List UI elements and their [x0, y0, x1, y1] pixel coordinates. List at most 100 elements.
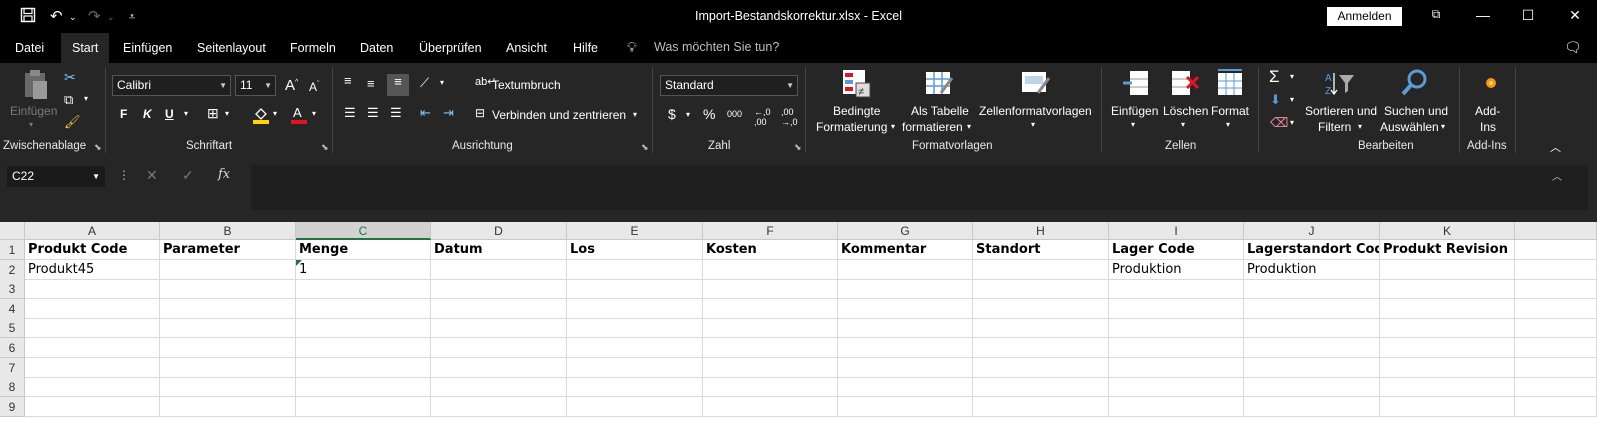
delete-cells-dropdown-icon[interactable]: ▾	[1181, 120, 1185, 129]
alignment-launcher-icon[interactable]: ⬊	[641, 142, 649, 153]
sort-filter-line1[interactable]: Sortieren und	[1305, 104, 1377, 118]
cell-overflow[interactable]	[1515, 298, 1597, 319]
add-ins-icon[interactable]	[1481, 73, 1511, 101]
cell-k5[interactable]	[1380, 318, 1515, 339]
sort-filter-dropdown-icon[interactable]: ▾	[1358, 122, 1362, 131]
tab-einfuegen[interactable]: Einfügen	[112, 33, 183, 63]
fill-dropdown-icon[interactable]: ▾	[1290, 95, 1294, 104]
cell-f4[interactable]	[703, 298, 838, 319]
cell-f1[interactable]: Kosten	[703, 240, 838, 260]
column-header-j[interactable]: J	[1244, 222, 1380, 240]
format-painter-icon[interactable]: 🖌︎	[64, 114, 81, 130]
cell-d8[interactable]	[431, 377, 567, 398]
increase-font-size-icon[interactable]: A^	[285, 77, 298, 94]
tab-ansicht[interactable]: Ansicht	[495, 33, 558, 63]
tab-datei[interactable]: Datei	[4, 33, 55, 63]
cell-e3[interactable]	[567, 279, 703, 300]
delete-cells-icon[interactable]	[1170, 69, 1200, 97]
format-as-table-icon[interactable]	[925, 69, 955, 97]
cell-h8[interactable]	[973, 377, 1109, 398]
column-header-h[interactable]: H	[973, 222, 1109, 240]
cell-i2[interactable]: Produktion	[1109, 259, 1244, 280]
orientation-dropdown-icon[interactable]: ▾	[440, 78, 444, 87]
number-format-dropdown[interactable]: Standard ▼	[660, 75, 798, 96]
cell-i3[interactable]	[1109, 279, 1244, 300]
cell-k3[interactable]	[1380, 279, 1515, 300]
align-bottom-icon[interactable]: ≡	[387, 74, 409, 96]
column-header-c[interactable]: C	[296, 222, 431, 240]
tell-me-search[interactable]: Was möchten Sie tun?	[654, 40, 779, 54]
column-header-e[interactable]: E	[567, 222, 703, 240]
cell-f3[interactable]	[703, 279, 838, 300]
row-header-6[interactable]: 6	[0, 338, 25, 358]
cell-e4[interactable]	[567, 298, 703, 319]
cell-f9[interactable]	[703, 396, 838, 417]
cell-overflow[interactable]	[1515, 377, 1597, 398]
find-select-dropdown-icon[interactable]: ▾	[1441, 122, 1445, 131]
cell-j2[interactable]: Produktion	[1244, 259, 1380, 280]
cell-a5[interactable]	[25, 318, 160, 339]
comments-icon[interactable]: 🗨︎	[1564, 39, 1582, 56]
tab-start[interactable]: Start	[61, 33, 110, 63]
cell-h9[interactable]	[973, 396, 1109, 417]
cell-c3[interactable]	[296, 279, 431, 300]
cell-overflow[interactable]	[1515, 338, 1597, 358]
cancel-entry-icon[interactable]: ✕	[146, 167, 158, 184]
cell-b8[interactable]	[160, 377, 296, 398]
cell-f6[interactable]	[703, 338, 838, 358]
cell-d1[interactable]: Datum	[431, 240, 567, 260]
row-header-1[interactable]: 1	[0, 240, 25, 260]
cell-styles-dropdown-icon[interactable]: ▾	[1031, 120, 1035, 129]
conditional-formatting-dropdown-icon[interactable]: ▾	[891, 122, 895, 131]
cell-k4[interactable]	[1380, 298, 1515, 319]
cell-i5[interactable]	[1109, 318, 1244, 339]
row-header-4[interactable]: 4	[0, 298, 25, 319]
tab-daten[interactable]: Daten	[349, 33, 404, 63]
cell-g2[interactable]	[838, 259, 973, 280]
row-header-8[interactable]: 8	[0, 377, 25, 398]
cell-e7[interactable]	[567, 357, 703, 378]
collapse-ribbon-icon[interactable]: ︿	[1550, 139, 1561, 155]
conditional-formatting-line2[interactable]: Formatierung	[816, 120, 887, 134]
cell-a1[interactable]: Produkt Code	[25, 240, 160, 260]
column-header-b[interactable]: B	[160, 222, 296, 240]
cell-i8[interactable]	[1109, 377, 1244, 398]
cell-j4[interactable]	[1244, 298, 1380, 319]
cell-d5[interactable]	[431, 318, 567, 339]
cell-h4[interactable]	[973, 298, 1109, 319]
cell-i7[interactable]	[1109, 357, 1244, 378]
cell-k1[interactable]: Produkt Revision	[1380, 240, 1515, 260]
cell-h5[interactable]	[973, 318, 1109, 339]
cell-e2[interactable]	[567, 259, 703, 280]
cell-d9[interactable]	[431, 396, 567, 417]
cell-h6[interactable]	[973, 338, 1109, 358]
copy-icon[interactable]: ⧉	[64, 92, 73, 108]
cell-j5[interactable]	[1244, 318, 1380, 339]
clear-dropdown-icon[interactable]: ▾	[1290, 118, 1294, 127]
percent-button[interactable]: %	[703, 106, 715, 122]
cell-k6[interactable]	[1380, 338, 1515, 358]
cell-b9[interactable]	[160, 396, 296, 417]
cell-b3[interactable]	[160, 279, 296, 300]
increase-indent-icon[interactable]: ⇥	[443, 105, 454, 121]
cell-overflow[interactable]	[1515, 259, 1597, 280]
align-top-icon[interactable]: ≡	[344, 73, 352, 88]
cell-e1[interactable]: Los	[567, 240, 703, 260]
more-options-icon[interactable]: ⋮	[118, 168, 130, 182]
cell-overflow[interactable]	[1515, 357, 1597, 378]
cell-f5[interactable]	[703, 318, 838, 339]
cell-b6[interactable]	[160, 338, 296, 358]
font-color-dropdown-icon[interactable]: ▾	[312, 109, 316, 118]
column-header-g[interactable]: G	[838, 222, 973, 240]
orientation-icon[interactable]: ⟋	[420, 75, 429, 91]
cell-d2[interactable]	[431, 259, 567, 280]
paste-dropdown-icon[interactable]: ▾	[29, 120, 33, 129]
cell-c5[interactable]	[296, 318, 431, 339]
underline-dropdown-icon[interactable]: ▾	[184, 109, 188, 118]
cell-d6[interactable]	[431, 338, 567, 358]
font-color-icon[interactable]: A	[291, 105, 307, 127]
merge-center-button[interactable]: Verbinden und zentrieren	[492, 108, 626, 122]
conditional-formatting-line1[interactable]: Bedingte	[833, 104, 880, 118]
cell-b7[interactable]	[160, 357, 296, 378]
format-cells-dropdown-icon[interactable]: ▾	[1226, 120, 1230, 129]
